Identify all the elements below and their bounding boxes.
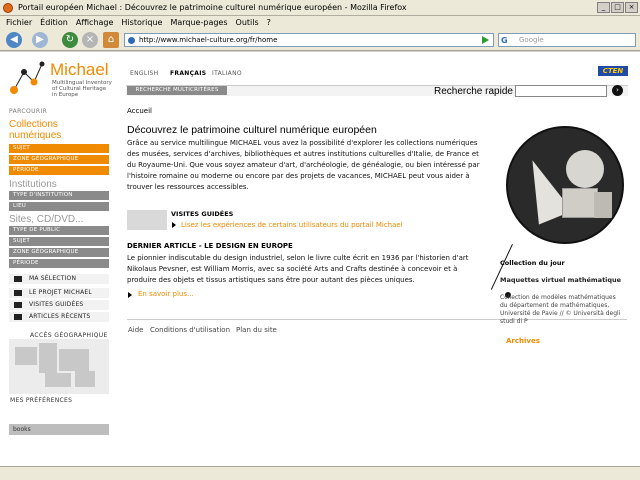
web-page: Michael Multilingual Inventory of Cultur… <box>0 52 640 466</box>
collection-of-the-day-image[interactable] <box>506 126 624 244</box>
archives-link[interactable]: Archives <box>506 337 540 345</box>
address-bar[interactable]: http://www.michael-culture.org/fr/home <box>124 33 494 47</box>
menu-outils[interactable]: Outils <box>236 16 259 29</box>
firefox-icon <box>3 3 13 13</box>
breadcrumb[interactable]: Accueil <box>127 107 152 115</box>
menu-help[interactable]: ? <box>267 16 271 29</box>
window-title: Portail européen Michael : Découvrez le … <box>18 3 407 12</box>
intro-text: Grâce au service multilingue MICHAEL vou… <box>127 139 480 191</box>
collections-zone[interactable]: ZONE GÉOGRAPHIQUE <box>9 155 109 164</box>
reload-button[interactable]: ↻ <box>62 32 78 48</box>
close-button[interactable]: × <box>625 2 638 13</box>
menu-historique[interactable]: Historique <box>121 16 162 29</box>
footer-plan[interactable]: Plan du site <box>236 326 277 334</box>
web-search-placeholder: Google <box>519 36 544 44</box>
guided-tours-image <box>127 210 167 230</box>
article-title: DERNIER ARTICLE - LE DESIGN EN EUROPE <box>127 242 293 250</box>
guided-icon <box>14 302 22 308</box>
link-articles-recents[interactable]: ARTICLES RÉCENTS <box>9 312 109 322</box>
read-more-link[interactable]: En savoir plus... <box>138 290 194 298</box>
link-projet-michael[interactable]: LE PROJET MICHAEL <box>9 288 109 298</box>
institutions-title[interactable]: Institutions <box>9 179 57 190</box>
institutions-type[interactable]: TYPE D'INSTITUTION <box>9 191 109 200</box>
logo-name: Michael <box>50 60 109 79</box>
article-text: Le pionnier indiscutable du design indus… <box>127 254 469 284</box>
lang-francais[interactable]: FRANÇAIS <box>170 70 206 77</box>
europe-map[interactable] <box>9 339 109 394</box>
maximize-button[interactable]: □ <box>611 2 624 13</box>
link-label: ARTICLES RÉCENTS <box>29 313 91 320</box>
sites-public[interactable]: TYPE DE PUBLIC <box>9 226 109 235</box>
quick-search-go-button[interactable]: › <box>612 85 623 96</box>
sites-title[interactable]: Sites, CD/DVD... <box>9 214 83 225</box>
collections-title[interactable]: Collections numériques <box>9 119 99 141</box>
collections-sujet[interactable]: SUJET <box>9 144 109 153</box>
my-preferences-link[interactable]: MES PRÉFÉRENCES <box>10 397 72 404</box>
link-label: LE PROJET MICHAEL <box>29 289 92 296</box>
collection-of-day-description: Collection de modèles mathématiques du d… <box>500 294 621 325</box>
go-icon[interactable] <box>482 36 489 44</box>
menu-fichier[interactable]: Fichier <box>6 16 32 29</box>
sites-sujet[interactable]: SUJET <box>9 237 109 246</box>
menubar: Fichier Édition Affichage Historique Mar… <box>0 16 640 29</box>
menu-marque-pages[interactable]: Marque-pages <box>170 16 227 29</box>
michael-logo[interactable]: Michael Multilingual Inventory of Cultur… <box>8 58 118 106</box>
menu-edition[interactable]: Édition <box>40 16 68 29</box>
institutions-lieu[interactable]: LIEU <box>9 202 109 211</box>
arrow-right-icon <box>128 292 132 298</box>
status-bar <box>0 466 640 480</box>
project-icon <box>14 290 22 296</box>
url-text: http://www.michael-culture.org/fr/home <box>139 36 278 44</box>
quick-search-label: Recherche rapide <box>434 86 513 97</box>
lang-italiano[interactable]: ITALIANO <box>212 70 242 77</box>
home-button[interactable]: ⌂ <box>103 32 119 48</box>
selection-icon <box>14 276 22 282</box>
minimize-button[interactable]: _ <box>597 2 610 13</box>
sites-periode[interactable]: PÉRIODE <box>9 259 109 268</box>
back-button[interactable]: ◀ <box>6 32 22 48</box>
arrow-right-icon <box>172 222 176 228</box>
web-search-input[interactable]: G Google <box>498 33 636 47</box>
link-ma-selection[interactable]: MA SÉLECTION <box>9 274 109 284</box>
collections-periode[interactable]: PÉRIODE <box>9 166 109 175</box>
link-label: MA SÉLECTION <box>29 275 77 282</box>
article-icon <box>14 314 22 320</box>
navigation-toolbar: ◀ ▶ ↻ × ⌂ http://www.michael-culture.org… <box>0 29 640 51</box>
guided-tours-link[interactable]: Lisez les expériences de certains utilis… <box>181 221 403 229</box>
link-label: VISITES GUIDÉES <box>29 301 84 308</box>
quick-search-input[interactable] <box>515 85 607 97</box>
sites-zone[interactable]: ZONE GÉOGRAPHIQUE <box>9 248 109 257</box>
lang-english[interactable]: ENGLISH <box>130 70 158 77</box>
stop-button[interactable]: × <box>82 32 98 48</box>
collection-of-day-label: Collection du jour <box>500 259 565 267</box>
menu-affichage[interactable]: Affichage <box>76 16 114 29</box>
advanced-search-button[interactable]: RECHERCHE MULTICRITÈRES <box>127 86 227 95</box>
forward-button[interactable]: ▶ <box>32 32 48 48</box>
google-icon: G <box>501 36 508 45</box>
footer-conditions[interactable]: Conditions d'utilisation <box>150 326 230 334</box>
link-visites-guidees[interactable]: VISITES GUIDÉES <box>9 300 109 310</box>
guided-tours-title: VISITES GUIDÉES <box>171 210 234 218</box>
footer-aide[interactable]: Aide <box>128 326 143 334</box>
browse-heading: PARCOURIR <box>9 108 48 115</box>
page-title: Découvrez le patrimoine culturel numériq… <box>127 124 377 136</box>
logo-graph-icon <box>10 61 45 94</box>
geo-access-heading: ACCÈS GÉOGRAPHIQUE <box>30 332 108 339</box>
collection-of-day-title[interactable]: Maquettes virtuel mathématique <box>500 276 621 284</box>
books-tag[interactable]: books <box>9 424 109 435</box>
logo-subtitle: Multilingual Inventory of Cultural Herit… <box>52 80 112 98</box>
cten-logo[interactable]: CTEN <box>598 66 628 76</box>
site-favicon-icon <box>128 37 135 44</box>
window-titlebar: Portail européen Michael : Découvrez le … <box>0 0 640 16</box>
